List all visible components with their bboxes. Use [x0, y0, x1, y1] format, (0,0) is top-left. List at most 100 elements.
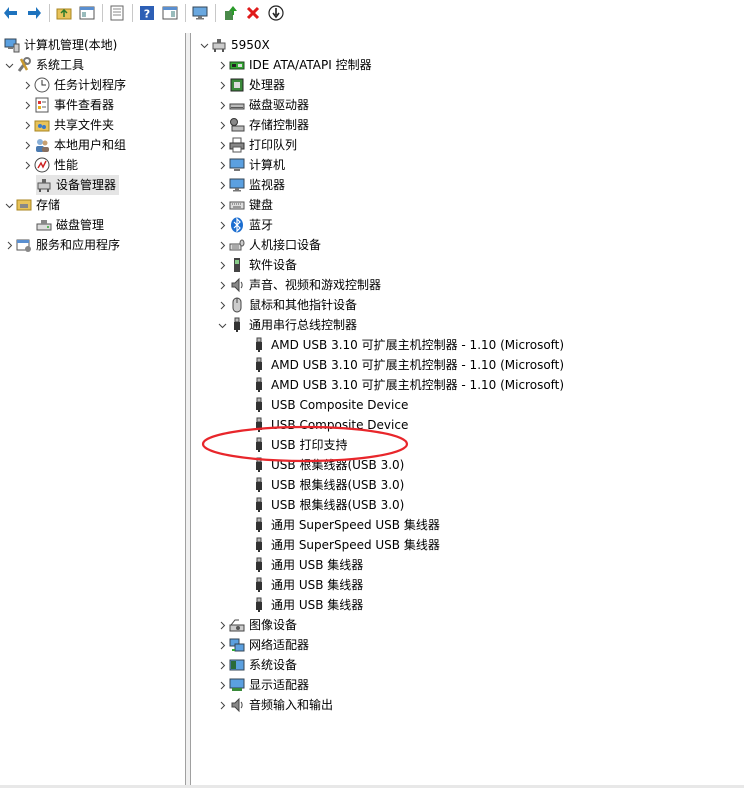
- console-tree-pane[interactable]: 计算机管理(本地) 系统工具 任务计划程序 事件查看器 共享文件夹 本地用户和组…: [0, 33, 186, 785]
- chevron-right-icon[interactable]: [215, 635, 229, 655]
- chevron-right-icon[interactable]: [215, 675, 229, 695]
- tree-item-device-manager[interactable]: 设备管理器: [36, 175, 120, 195]
- disable-device-icon[interactable]: [265, 2, 287, 24]
- chevron-right-icon[interactable]: [20, 135, 34, 155]
- chevron-right-icon[interactable]: [215, 295, 229, 315]
- category-label: 打印队列: [249, 138, 298, 152]
- back-arrow-icon[interactable]: [0, 2, 22, 24]
- category-bluetooth[interactable]: 蓝牙: [215, 215, 274, 235]
- usb-device-label: USB 根集线器(USB 3.0): [271, 478, 405, 492]
- tree-item-shared-folders[interactable]: 共享文件夹: [20, 115, 115, 135]
- usb-icon: [251, 437, 267, 453]
- category-sound[interactable]: 声音、视频和游戏控制器: [215, 275, 382, 295]
- tree-item-local-users[interactable]: 本地用户和组: [20, 135, 127, 155]
- mouse-icon: [229, 297, 245, 313]
- usb-device-label: USB Composite Device: [271, 418, 409, 432]
- chevron-right-icon[interactable]: [215, 255, 229, 275]
- usb-device-item[interactable]: USB Composite Device: [251, 415, 409, 435]
- speaker-icon: [229, 697, 245, 713]
- chevron-right-icon[interactable]: [215, 695, 229, 715]
- usb-icon: [251, 397, 267, 413]
- chevron-right-icon[interactable]: [215, 95, 229, 115]
- chevron-right-icon[interactable]: [2, 235, 16, 255]
- chevron-right-icon[interactable]: [215, 155, 229, 175]
- chevron-down-icon[interactable]: [215, 315, 229, 335]
- chevron-right-icon[interactable]: [215, 55, 229, 75]
- category-label: 鼠标和其他指针设备: [249, 298, 358, 312]
- category-system-devices[interactable]: 系统设备: [215, 655, 298, 675]
- usb-device-item-print-support[interactable]: USB 打印支持: [251, 435, 348, 455]
- usb-device-item[interactable]: USB 根集线器(USB 3.0): [251, 475, 405, 495]
- forward-arrow-icon[interactable]: [23, 2, 45, 24]
- usb-icon: [251, 537, 267, 553]
- usb-device-item[interactable]: 通用 SuperSpeed USB 集线器: [251, 535, 441, 555]
- chevron-right-icon[interactable]: [20, 95, 34, 115]
- usb-device-item[interactable]: 通用 SuperSpeed USB 集线器: [251, 515, 441, 535]
- usb-icon: [251, 597, 267, 613]
- chevron-down-icon[interactable]: [197, 35, 211, 55]
- chevron-right-icon[interactable]: [215, 275, 229, 295]
- chevron-right-icon[interactable]: [20, 155, 34, 175]
- chevron-down-icon[interactable]: [2, 195, 16, 215]
- action-pane-icon[interactable]: [159, 2, 181, 24]
- tree-item-task-scheduler[interactable]: 任务计划程序: [20, 75, 127, 95]
- category-disk-drives[interactable]: 磁盘驱动器: [215, 95, 310, 115]
- usb-device-item[interactable]: AMD USB 3.10 可扩展主机控制器 - 1.10 (Microsoft): [251, 335, 565, 355]
- chevron-right-icon[interactable]: [215, 175, 229, 195]
- chevron-right-icon[interactable]: [215, 195, 229, 215]
- tree-item-storage[interactable]: 存储: [2, 195, 61, 215]
- usb-device-item[interactable]: AMD USB 3.10 可扩展主机控制器 - 1.10 (Microsoft): [251, 355, 565, 375]
- tree-item-computer-management[interactable]: 计算机管理(本地): [4, 35, 118, 55]
- usb-device-item[interactable]: USB Composite Device: [251, 395, 409, 415]
- help-icon[interactable]: ?: [136, 2, 158, 24]
- usb-device-item[interactable]: 通用 USB 集线器: [251, 575, 364, 595]
- category-mice[interactable]: 鼠标和其他指针设备: [215, 295, 358, 315]
- properties-icon[interactable]: [106, 2, 128, 24]
- update-driver-icon[interactable]: [219, 2, 241, 24]
- category-display-adapters[interactable]: 显示适配器: [215, 675, 310, 695]
- category-keyboards[interactable]: 键盘: [215, 195, 274, 215]
- tree-item-performance[interactable]: 性能: [20, 155, 79, 175]
- tree-item-computer-root[interactable]: 5950X: [197, 35, 271, 55]
- tree-item-label: 任务计划程序: [54, 78, 127, 92]
- category-audio-io[interactable]: 音频输入和输出: [215, 695, 334, 715]
- category-software-devices[interactable]: 软件设备: [215, 255, 298, 275]
- category-processor[interactable]: 处理器: [215, 75, 286, 95]
- camera-icon: [229, 617, 245, 633]
- category-ide-ata[interactable]: IDE ATA/ATAPI 控制器: [215, 55, 373, 75]
- category-computer[interactable]: 计算机: [215, 155, 286, 175]
- tree-item-system-tools[interactable]: 系统工具: [2, 55, 85, 75]
- usb-device-item[interactable]: 通用 USB 集线器: [251, 595, 364, 615]
- chevron-right-icon[interactable]: [20, 75, 34, 95]
- category-print-queues[interactable]: 打印队列: [215, 135, 298, 155]
- device-tree-pane[interactable]: 5950X IDE ATA/ATAPI 控制器 处理器 磁盘驱动器 存储控制器 …: [190, 33, 744, 785]
- chevron-right-icon[interactable]: [215, 235, 229, 255]
- chevron-right-icon[interactable]: [215, 655, 229, 675]
- keyboard-icon: [229, 197, 245, 213]
- category-storage-controllers[interactable]: 存储控制器: [215, 115, 310, 135]
- up-folder-icon[interactable]: [53, 2, 75, 24]
- tree-item-services-apps[interactable]: 服务和应用程序: [2, 235, 121, 255]
- category-network-adapters[interactable]: 网络适配器: [215, 635, 310, 655]
- usb-device-item[interactable]: 通用 USB 集线器: [251, 555, 364, 575]
- tree-item-event-viewer[interactable]: 事件查看器: [20, 95, 115, 115]
- show-tree-icon[interactable]: [76, 2, 98, 24]
- usb-device-item[interactable]: AMD USB 3.10 可扩展主机控制器 - 1.10 (Microsoft): [251, 375, 565, 395]
- usb-device-item[interactable]: USB 根集线器(USB 3.0): [251, 455, 405, 475]
- usb-device-item[interactable]: USB 根集线器(USB 3.0): [251, 495, 405, 515]
- chevron-right-icon[interactable]: [215, 75, 229, 95]
- chevron-right-icon[interactable]: [215, 135, 229, 155]
- tree-item-disk-management[interactable]: 磁盘管理: [36, 215, 105, 235]
- uninstall-icon[interactable]: [242, 2, 264, 24]
- category-imaging-devices[interactable]: 图像设备: [215, 615, 298, 635]
- category-hid[interactable]: 人机接口设备: [215, 235, 322, 255]
- chevron-right-icon[interactable]: [20, 115, 34, 135]
- category-usb-controllers[interactable]: 通用串行总线控制器: [215, 315, 358, 335]
- chevron-down-icon[interactable]: [2, 55, 16, 75]
- chevron-right-icon[interactable]: [215, 615, 229, 635]
- usb-device-label: AMD USB 3.10 可扩展主机控制器 - 1.10 (Microsoft): [271, 378, 565, 392]
- chevron-right-icon[interactable]: [215, 215, 229, 235]
- monitor-icon[interactable]: [189, 2, 211, 24]
- chevron-right-icon[interactable]: [215, 115, 229, 135]
- category-monitors[interactable]: 监视器: [215, 175, 286, 195]
